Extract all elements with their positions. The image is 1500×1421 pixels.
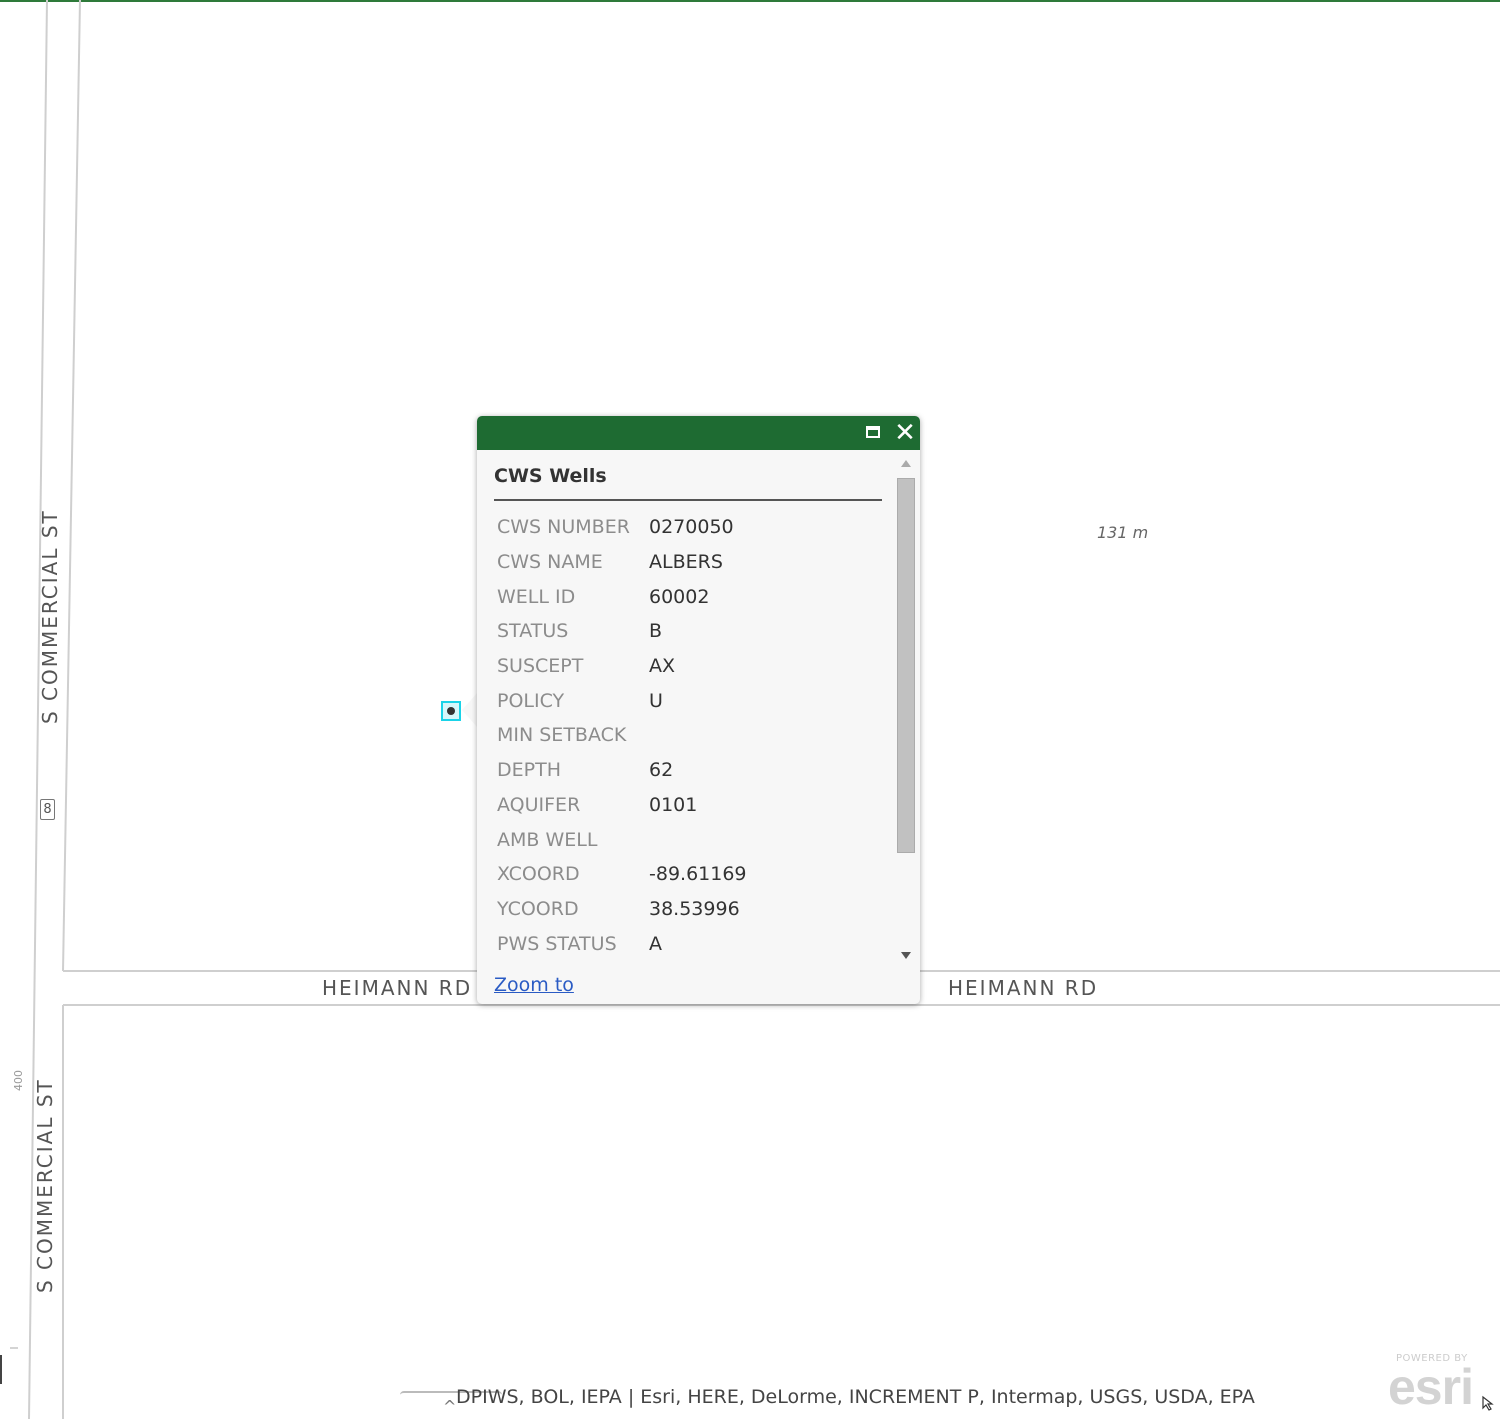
- attribute-row: SUSCEPT AX: [494, 649, 750, 684]
- scroll-thumb[interactable]: [897, 478, 915, 853]
- attribute-key: PWS STATUS: [497, 932, 617, 955]
- attribute-key: MIN SETBACK: [497, 724, 627, 747]
- road-label-heimann-right: HEIMANN RD: [948, 976, 1099, 1000]
- attribute-table: CWS NUMBER 0270050 CWS NAME ALBERS WELL ID 60…: [494, 510, 750, 961]
- attribute-row: CWS NAME ALBERS: [494, 545, 750, 580]
- attribute-key: AQUIFER: [497, 793, 581, 816]
- attribute-value: ALBERS: [649, 551, 723, 574]
- road-label-s-commercial-lower: S COMMERCIAL ST: [33, 1078, 57, 1293]
- attribute-row: MIN SETBACK: [494, 718, 750, 753]
- attribute-value: -89.61169: [649, 863, 747, 886]
- road-label-heimann-left: HEIMANN RD: [322, 976, 473, 1000]
- attribute-row: CWS NUMBER 0270050: [494, 510, 750, 545]
- attribute-row: XCOORD -89.61169: [494, 857, 750, 892]
- side-tick-label: 400: [12, 1070, 25, 1091]
- map-attribution: DPIWS, BOL, IEPA | Esri, HERE, DeLorme, …: [456, 1386, 1255, 1408]
- selected-well-marker[interactable]: [441, 701, 461, 721]
- maximize-icon[interactable]: [865, 424, 883, 442]
- attribute-value: U: [649, 689, 663, 712]
- attribute-value: [646, 718, 750, 753]
- attribute-row: WELL ID 60002: [494, 579, 750, 614]
- attribute-row: AQUIFER 0101: [494, 788, 750, 823]
- road-label-s-commercial-upper: S COMMERCIAL ST: [38, 509, 62, 724]
- attribute-key: CWS NAME: [497, 551, 603, 574]
- scroll-up-icon[interactable]: [901, 460, 911, 467]
- attribute-row: DEPTH 62: [494, 753, 750, 788]
- info-popup: ✕ CWS Wells CWS NUMBER 0270050 CWS NAME ALB…: [477, 416, 920, 1004]
- attribute-row: PWS STATUS A: [494, 926, 750, 961]
- close-icon[interactable]: ✕: [894, 420, 916, 446]
- attribute-key: POLICY: [497, 689, 565, 712]
- route-shield: 8: [40, 799, 55, 820]
- attribute-row: STATUS B: [494, 614, 750, 649]
- attribute-key: SUSCEPT: [497, 655, 584, 678]
- attribute-row: AMB WELL: [494, 822, 750, 857]
- scale-note: 131 m: [1097, 523, 1149, 542]
- attribute-value: 60002: [649, 585, 710, 608]
- attribute-value: B: [649, 620, 663, 643]
- title-divider: [494, 499, 882, 501]
- attribute-value: 38.53996: [649, 897, 740, 920]
- attribute-key: DEPTH: [497, 759, 561, 782]
- clipped-row: [494, 969, 884, 971]
- attribute-value: AX: [649, 655, 676, 678]
- road-commercial-east-edge-upper: [62, 0, 81, 972]
- attribute-value: 0101: [649, 793, 698, 816]
- popup-content[interactable]: CWS Wells CWS NUMBER 0270050 CWS NAME ALBER…: [477, 450, 897, 971]
- popup-pointer: [462, 692, 478, 728]
- popup-header: ✕: [477, 416, 920, 450]
- attribute-value: [646, 822, 750, 857]
- popup-scrollbar[interactable]: [895, 456, 919, 971]
- attribute-row: POLICY U: [494, 683, 750, 718]
- well-point-icon: [447, 707, 455, 715]
- attribute-value: 62: [649, 759, 674, 782]
- popup-title: CWS Wells: [494, 465, 607, 487]
- scroll-down-icon[interactable]: [901, 952, 911, 959]
- attribute-key: AMB WELL: [497, 828, 598, 851]
- logo-wordmark: esri: [1388, 1359, 1474, 1415]
- attribute-value: 0270050: [649, 516, 734, 539]
- resize-cursor-icon: [1482, 1395, 1494, 1411]
- attribute-value: A: [649, 932, 662, 955]
- attribute-key: XCOORD: [497, 863, 580, 886]
- attribute-row: YCOORD 38.53996: [494, 892, 750, 927]
- chevron-up-icon: ^: [443, 1397, 457, 1416]
- attribute-key: CWS NUMBER: [497, 516, 630, 539]
- attribute-key: YCOORD: [497, 897, 579, 920]
- attribute-key: WELL ID: [497, 585, 576, 608]
- attribute-key: STATUS: [497, 620, 569, 643]
- esri-logo[interactable]: POWERED BY esri: [1388, 1350, 1488, 1415]
- zoom-to-link[interactable]: Zoom to: [494, 974, 574, 996]
